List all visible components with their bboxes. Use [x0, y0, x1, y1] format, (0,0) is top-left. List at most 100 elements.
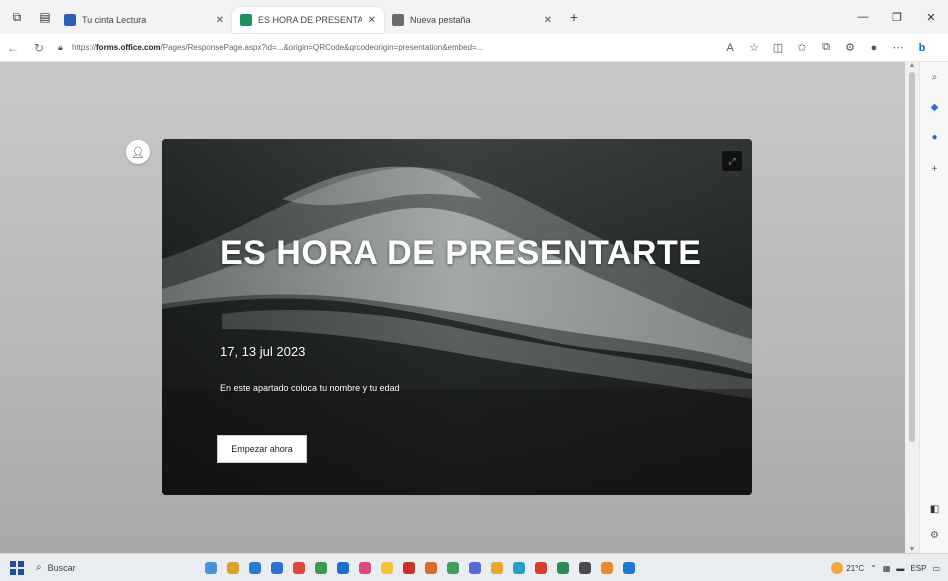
person-icon: 👤︎ — [131, 146, 145, 159]
browser-tabstrip: ⧉ ▤ Tu cinta Lectura ✕ ES HORA DE PRESEN… — [0, 0, 948, 34]
taskbar-app-icon[interactable] — [267, 558, 287, 578]
taskbar-app-icon[interactable] — [399, 558, 419, 578]
app-glyph-icon — [315, 561, 327, 574]
tab-nueva-pestana[interactable]: Nueva pestaña ✕ — [384, 7, 560, 33]
app-glyph-icon — [337, 561, 349, 574]
taskbar-app-icon[interactable] — [465, 558, 485, 578]
expand-icon[interactable]: ⤢ — [722, 151, 742, 171]
add-sidebar-icon[interactable]: + — [927, 162, 942, 177]
scrollbar-thumb[interactable] — [909, 72, 915, 442]
refresh-icon[interactable]: ↻ — [26, 37, 52, 59]
search-sidebar-icon[interactable]: ⌕ — [927, 70, 942, 85]
search-placeholder: Buscar — [47, 562, 76, 573]
app-glyph-icon — [557, 561, 569, 574]
app-glyph-icon — [601, 561, 613, 574]
app-glyph-icon — [205, 561, 217, 574]
taskbar-search[interactable]: ⌕ Buscar — [36, 558, 166, 578]
weather-temperature: 21°C — [846, 563, 865, 573]
windows-taskbar: ⌕ Buscar 21°C ⌃ ▦ ▬ ESP ▭ — [0, 553, 948, 581]
workspaces-icon[interactable]: ⧉ — [6, 6, 28, 28]
copilot-icon[interactable]: b — [910, 37, 934, 59]
sun-icon — [831, 562, 844, 574]
vertical-tabs-icon[interactable]: ▤ — [34, 6, 56, 28]
tab-favicon-icon — [64, 14, 76, 26]
notifications-icon[interactable]: ▭ — [932, 564, 940, 573]
sidebar-settings-icon[interactable]: ⚙ — [927, 528, 942, 543]
keyboard-language[interactable]: ESP — [910, 564, 926, 573]
tab-presentarte[interactable]: ES HORA DE PRESENTARTE ✕ — [232, 7, 384, 33]
scroll-up-icon[interactable]: ▲ — [908, 62, 916, 69]
favorites-icon[interactable]: ✩ — [790, 37, 814, 59]
scroll-down-icon[interactable]: ▼ — [908, 546, 916, 553]
taskbar-app-icon[interactable] — [201, 558, 221, 578]
new-tab-button[interactable]: + — [564, 9, 584, 25]
tab-close-icon[interactable]: ✕ — [544, 15, 552, 26]
app-glyph-icon — [271, 561, 283, 574]
account-avatar[interactable]: 👤︎ — [126, 140, 150, 164]
taskbar-app-icon[interactable] — [355, 558, 375, 578]
restore-icon[interactable]: ❐ — [880, 0, 914, 34]
app-glyph-icon — [381, 561, 393, 574]
office-icon[interactable]: ● — [927, 130, 942, 145]
extensions-icon[interactable]: ⚙ — [838, 37, 862, 59]
search-icon: ⌕ — [36, 562, 42, 573]
shopping-icon[interactable]: ◆ — [927, 100, 942, 115]
taskbar-app-icon[interactable] — [597, 558, 617, 578]
taskbar-app-icon[interactable] — [223, 558, 243, 578]
tab-close-icon[interactable]: ✕ — [368, 15, 376, 26]
volume-icon[interactable]: ▬ — [896, 564, 904, 573]
page-scrollbar[interactable]: ▲ ▼ — [905, 62, 919, 553]
taskbar-app-icon[interactable] — [377, 558, 397, 578]
app-glyph-icon — [359, 561, 371, 574]
app-glyph-icon — [403, 561, 415, 574]
app-glyph-icon — [469, 561, 481, 574]
app-glyph-icon — [623, 561, 635, 574]
tab-lectura[interactable]: Tu cinta Lectura ✕ — [56, 7, 232, 33]
start-now-button[interactable]: Empezar ahora — [217, 435, 307, 463]
app-glyph-icon — [425, 561, 437, 574]
taskbar-app-icon[interactable] — [553, 558, 573, 578]
taskbar-app-icon[interactable] — [421, 558, 441, 578]
window-controls: — ❐ ✕ — [846, 0, 948, 34]
taskbar-app-icon[interactable] — [333, 558, 353, 578]
split-screen-icon[interactable]: ◫ — [766, 37, 790, 59]
tab-title: ES HORA DE PRESENTARTE — [258, 15, 362, 25]
edge-sidebar: ⌕ ◆ ● + ◧ ⚙ — [919, 62, 948, 553]
weather-widget[interactable]: 21°C — [831, 562, 864, 574]
tab-title: Tu cinta Lectura — [82, 15, 147, 25]
app-glyph-icon — [513, 561, 525, 574]
taskbar-app-icon[interactable] — [619, 558, 639, 578]
back-icon[interactable]: ← — [0, 37, 26, 59]
form-cover-card: ⤢ ES HORA DE PRESENTARTE 17, 13 jul 2023… — [162, 139, 752, 495]
network-icon[interactable]: ▦ — [883, 564, 891, 573]
split-view-icon[interactable]: ◧ — [927, 502, 942, 517]
taskbar-app-icon[interactable] — [509, 558, 529, 578]
taskbar-app-icon[interactable] — [443, 558, 463, 578]
taskbar-app-icon[interactable] — [487, 558, 507, 578]
windows-start-icon[interactable] — [6, 557, 28, 579]
address-bar: ← ↻ 🔒︎ https://forms.office.com/Pages/Re… — [0, 34, 948, 62]
taskbar-app-icon[interactable] — [531, 558, 551, 578]
tab-close-icon[interactable]: ✕ — [216, 15, 224, 26]
taskbar-app-icon[interactable] — [289, 558, 309, 578]
app-glyph-icon — [579, 561, 591, 574]
tab-favicon-icon — [240, 14, 252, 26]
form-description: En este apartado coloca tu nombre y tu e… — [220, 383, 400, 393]
app-glyph-icon — [447, 561, 459, 574]
taskbar-app-icon[interactable] — [311, 558, 331, 578]
favorite-star-icon[interactable]: ☆ — [742, 37, 766, 59]
tray-chevron-icon[interactable]: ⌃ — [870, 564, 877, 573]
url-prefix: https:// — [72, 43, 97, 52]
app-glyph-icon — [227, 561, 239, 574]
profile-icon[interactable]: ● — [862, 37, 886, 59]
taskbar-app-icon[interactable] — [575, 558, 595, 578]
close-window-icon[interactable]: ✕ — [914, 0, 948, 34]
minimize-icon[interactable]: — — [846, 0, 880, 34]
read-aloud-icon[interactable]: A — [718, 37, 742, 59]
more-options-icon[interactable]: ⋯ — [886, 37, 910, 59]
url-field[interactable]: 🔒︎ https://forms.office.com/Pages/Respon… — [58, 37, 718, 59]
taskbar-app-icon[interactable] — [245, 558, 265, 578]
taskbar-apps — [201, 558, 639, 578]
app-glyph-icon — [293, 561, 305, 574]
collections-icon[interactable]: ⧉ — [814, 37, 838, 59]
